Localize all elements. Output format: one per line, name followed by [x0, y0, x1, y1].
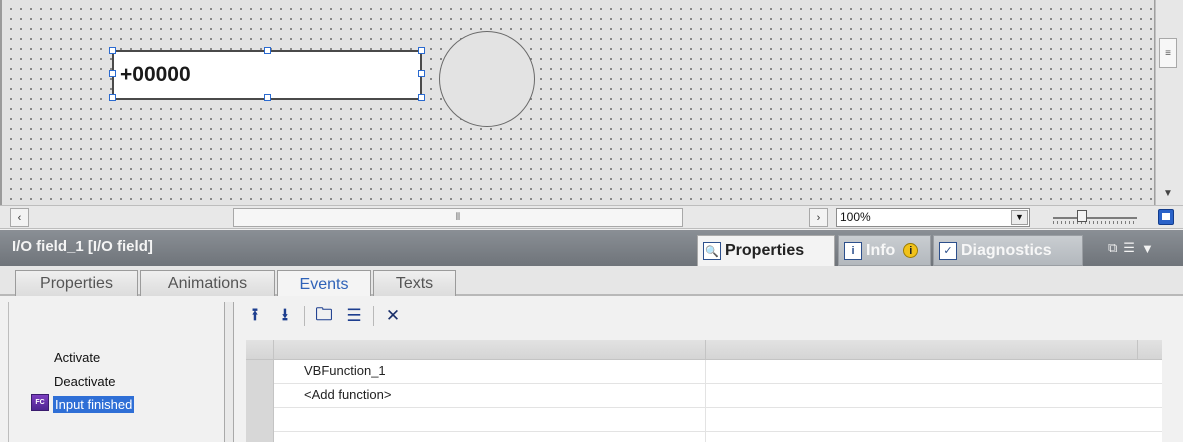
inspector-header: I/O field_1 [I/O field] 🔍 Properties i I… — [0, 230, 1183, 266]
zoom-slider-track — [1053, 217, 1137, 219]
layout-icon[interactable]: ☰ — [1123, 240, 1135, 256]
dropdown-arrow-icon[interactable]: ▼ — [1011, 210, 1028, 225]
zoom-value: 100% — [840, 210, 871, 224]
move-down-icon[interactable]: ⭳ — [274, 305, 296, 327]
panel-splitter[interactable] — [224, 302, 234, 442]
table-row[interactable] — [246, 408, 1162, 432]
list-icon[interactable]: ☰ — [343, 305, 365, 327]
tab-properties[interactable]: 🔍 Properties — [697, 235, 835, 266]
subtab-label: Events — [299, 275, 349, 293]
row-header — [246, 408, 274, 432]
chevron-left-icon: ‹ — [17, 211, 22, 224]
subtab-animations[interactable]: Animations — [140, 270, 275, 296]
grip-icon: ⦀ — [455, 212, 461, 223]
table-row[interactable]: <Add function> — [246, 384, 1162, 408]
events-list: Activate Deactivate FC Input finished — [8, 302, 224, 442]
subtab-texts[interactable]: Texts — [373, 270, 456, 296]
function-cell[interactable] — [274, 432, 706, 442]
inspector-window-controls: ⧉ ☰ ▼ — [1108, 240, 1178, 256]
resize-handle-top-right[interactable] — [418, 47, 425, 54]
info-icon: i — [844, 241, 862, 260]
table-row[interactable]: VBFunction_1 — [246, 360, 1162, 384]
row-header — [246, 384, 274, 408]
function-cell[interactable] — [274, 408, 706, 432]
io-field-value: +00000 — [120, 63, 191, 86]
chevron-down-icon: ▼ — [1163, 187, 1173, 199]
toolbar-separator — [304, 306, 305, 326]
zoom-to-fit-icon[interactable] — [1158, 209, 1174, 225]
resize-handle-top[interactable] — [264, 47, 271, 54]
event-item-deactivate[interactable]: Deactivate — [54, 374, 115, 389]
resize-handle-bottom[interactable] — [264, 94, 271, 101]
event-item-activate[interactable]: Activate — [54, 350, 100, 365]
vertical-scrollbar[interactable]: ≡ ▼ — [1155, 0, 1183, 205]
info-badge-icon: i — [903, 243, 919, 258]
resize-handle-top-left[interactable] — [109, 47, 116, 54]
move-up-icon[interactable]: ⭱ — [244, 305, 266, 327]
zoom-slider[interactable] — [1053, 210, 1137, 226]
resize-handle-right[interactable] — [418, 70, 425, 77]
tab-info[interactable]: i Info i — [838, 235, 931, 266]
table-header-cell — [706, 340, 1138, 360]
subtab-label: Animations — [167, 274, 248, 292]
event-function-icon: FC — [31, 394, 49, 411]
subtab-label: Texts — [395, 274, 434, 292]
table-header-cell — [274, 340, 706, 360]
horizontal-scroll-thumb[interactable]: ⦀ — [233, 208, 683, 227]
function-list-toolbar: ⭱ ⭳ 🗀 ☰ ✕ — [244, 304, 404, 328]
scroll-left-button[interactable]: ‹ — [10, 208, 29, 227]
vertical-scroll-thumb[interactable]: ≡ — [1159, 38, 1177, 68]
inspector-title: I/O field_1 [I/O field] — [12, 238, 153, 255]
diagnostics-icon: ✓ — [939, 241, 957, 260]
row-header — [246, 432, 274, 442]
table-header — [246, 340, 1162, 360]
scroll-right-button[interactable]: › — [809, 208, 828, 227]
row-header — [246, 360, 274, 384]
chevron-right-icon: › — [816, 211, 821, 224]
table-row[interactable] — [246, 432, 1162, 442]
tab-diagnostics[interactable]: ✓ Diagnostics — [933, 235, 1083, 266]
resize-handle-bottom-left[interactable] — [109, 94, 116, 101]
zoom-slider-ticks — [1053, 221, 1137, 224]
subtab-events[interactable]: Events — [277, 270, 371, 298]
events-panel: Activate Deactivate FC Input finished ⭱ … — [0, 296, 1183, 442]
resize-handle-bottom-right[interactable] — [418, 94, 425, 101]
folder-icon[interactable]: 🗀 — [313, 305, 335, 327]
tab-label: Properties — [725, 242, 805, 259]
properties-icon: 🔍 — [703, 242, 721, 260]
event-item-input-finished[interactable]: Input finished — [53, 396, 135, 413]
toolbar-separator — [373, 306, 374, 326]
grip-icon: ≡ — [1165, 47, 1171, 59]
table-header-cell — [246, 340, 274, 360]
collapse-arrow-icon[interactable]: ▼ — [1141, 241, 1154, 256]
function-list-table: VBFunction_1 <Add function> — [246, 340, 1162, 442]
float-window-icon[interactable]: ⧉ — [1108, 240, 1117, 256]
subtab-properties[interactable]: Properties — [15, 270, 138, 296]
screen-canvas[interactable]: +00000 — [0, 0, 1155, 205]
zoom-select[interactable]: 100% ▼ — [836, 208, 1030, 227]
tab-label: Diagnostics — [961, 241, 1052, 259]
inspector-subtabs: Properties Animations Events Texts — [0, 266, 1183, 298]
add-function-cell[interactable]: <Add function> — [274, 384, 706, 408]
subtab-label: Properties — [40, 274, 113, 292]
circle-object[interactable] — [439, 31, 535, 127]
canvas-status-bar: ‹ ⦀ › 100% ▼ — [0, 205, 1183, 229]
delete-icon[interactable]: ✕ — [382, 305, 404, 327]
scroll-down-button[interactable]: ▼ — [1159, 184, 1177, 202]
resize-handle-left[interactable] — [109, 70, 116, 77]
function-cell[interactable]: VBFunction_1 — [274, 360, 706, 384]
tab-label: Info — [866, 241, 896, 259]
io-field-object[interactable]: +00000 — [109, 47, 425, 101]
zoom-slider-knob[interactable] — [1077, 210, 1087, 222]
